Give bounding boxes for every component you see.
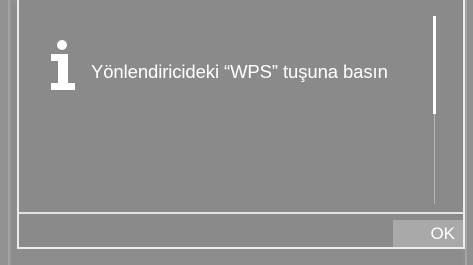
background-screen-edge-left bbox=[0, 0, 12, 265]
scrollbar-thumb[interactable] bbox=[433, 16, 436, 114]
info-dialog: Yönlendiricideki “WPS” tuşuna basın OK bbox=[17, 0, 465, 249]
dialog-divider bbox=[19, 212, 463, 214]
ok-button[interactable]: OK bbox=[393, 220, 463, 247]
dialog-message: Yönlendiricideki “WPS” tuşuna basın bbox=[91, 61, 388, 82]
scrollbar-track[interactable] bbox=[434, 114, 435, 204]
dialog-content: Yönlendiricideki “WPS” tuşuna basın bbox=[19, 0, 463, 212]
scrollbar[interactable] bbox=[433, 16, 436, 204]
info-icon bbox=[51, 40, 75, 90]
